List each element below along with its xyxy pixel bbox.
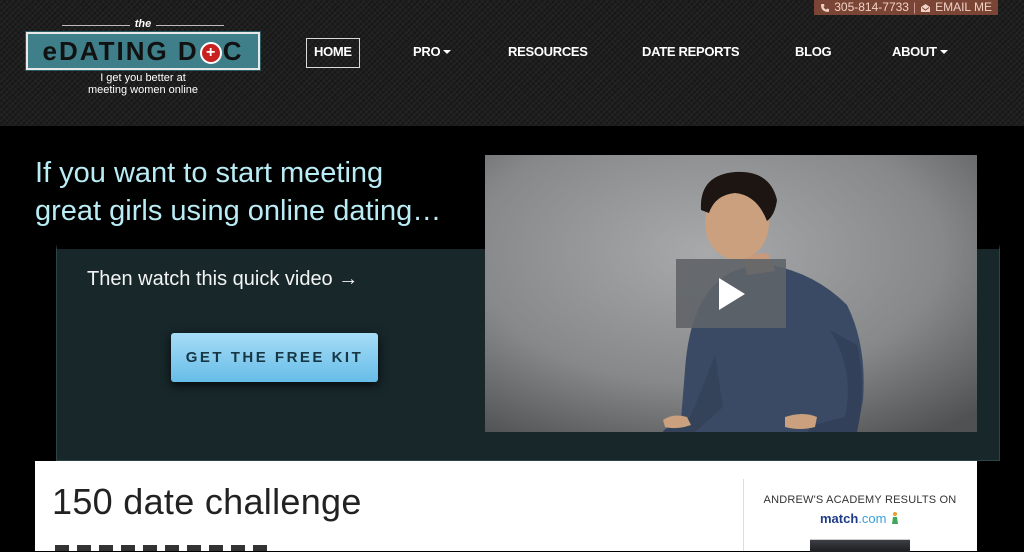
medical-cross-icon: +	[199, 42, 222, 64]
nav-resources-label: RESOURCES	[508, 44, 588, 59]
play-icon	[719, 278, 745, 310]
caret-down-icon	[443, 50, 452, 54]
main-content: 150 date challenge	[35, 461, 977, 551]
sidebar-heading: ANDREW'S ACADEMY RESULTS ON	[763, 494, 957, 506]
nav-about-label: ABOUT	[892, 44, 937, 59]
phone-number[interactable]: 305-814-7733	[834, 1, 909, 14]
nav-item-pro[interactable]: PRO	[413, 38, 452, 66]
nav-item-about[interactable]: ABOUT	[892, 38, 948, 66]
match-person-icon	[892, 512, 899, 524]
match-logo[interactable]: match.com	[820, 511, 900, 526]
play-button[interactable]	[676, 259, 786, 328]
logo-the: the	[134, 18, 152, 30]
nav-item-resources[interactable]: RESOURCES	[508, 38, 588, 66]
nav-item-blog[interactable]: BLOG	[795, 38, 832, 66]
caret-down-icon	[939, 50, 948, 54]
nav-home-label: HOME	[314, 44, 352, 59]
phone-icon	[821, 3, 830, 12]
contact-separator: |	[912, 0, 917, 14]
article-body-fragment	[55, 545, 275, 551]
article-title: 150 date challenge	[52, 481, 362, 522]
nav-pro-label: PRO	[413, 44, 441, 59]
video-player[interactable]	[485, 155, 977, 432]
site-logo[interactable]: the eDATING D + C I get you better at meet…	[25, 18, 261, 100]
sidebar-divider	[743, 479, 744, 551]
get-free-kit-button[interactable]: GET THE FREE KIT	[171, 333, 378, 382]
logo-wordmark: eDATING D + C	[25, 31, 261, 71]
hero-headline-line2: great girls using online dating…	[35, 195, 442, 227]
nav-item-date-reports[interactable]: DATE REPORTS	[642, 38, 740, 66]
email-me-link[interactable]: EMAIL ME	[935, 1, 992, 14]
nav-blog-label: BLOG	[795, 44, 832, 59]
logo-name-part1: eDATING D	[42, 36, 199, 66]
sidebar-photo	[810, 539, 910, 552]
contact-bar: 305-814-7733 | EMAIL ME	[814, 0, 998, 15]
nav-item-home[interactable]: HOME	[306, 38, 360, 68]
site-header: 305-814-7733 | EMAIL ME the eDATING D + C …	[0, 0, 1024, 126]
logo-name-part2: C	[222, 36, 244, 66]
hero-headline: If you want to start meeting great girls…	[35, 154, 475, 230]
match-dotcom: .com	[858, 511, 887, 526]
nav-date-reports-label: DATE REPORTS	[642, 44, 740, 59]
watch-video-prompt: Then watch this quick video →	[87, 268, 359, 290]
main-nav: HOME PRO RESOURCES DATE REPORTS BLOG ABO…	[306, 38, 956, 68]
email-icon	[921, 3, 931, 12]
logo-tagline: I get you better at meeting women online	[26, 72, 260, 96]
hero-headline-line1: If you want to start meeting	[35, 157, 384, 189]
logo-tagline-line2: meeting women online	[87, 84, 199, 96]
match-brand: match	[820, 511, 859, 526]
logo-tagline-line1: I get you better at	[100, 72, 186, 84]
